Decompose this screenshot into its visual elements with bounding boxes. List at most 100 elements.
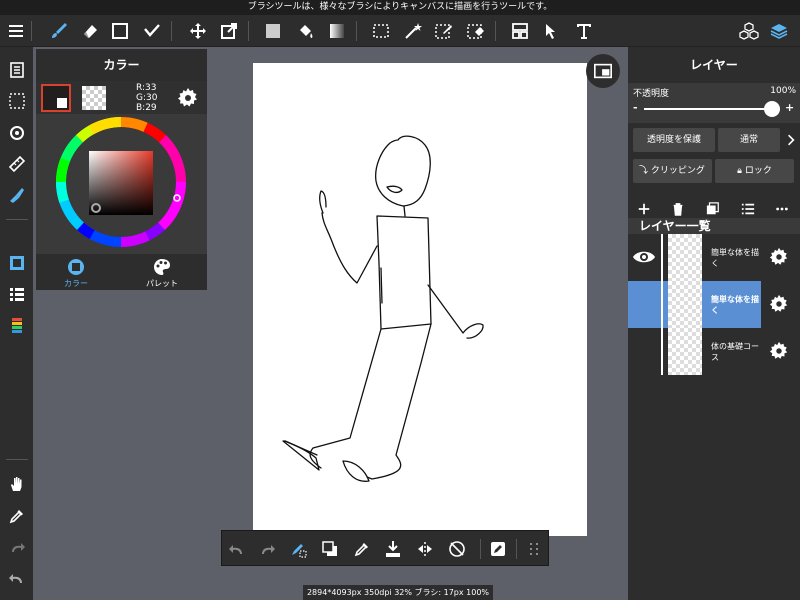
brush-settings-icon[interactable] (286, 537, 310, 561)
select-pen-icon[interactable] (431, 18, 457, 44)
magic-wand-icon[interactable] (400, 18, 426, 44)
opacity-slider-thumb[interactable] (764, 101, 780, 117)
status-bar: ブラシツールは、様々なブラシによりキャンバスに描画を行うツールです。 (0, 0, 800, 15)
layer-name: 簡単な体を描く (711, 248, 759, 268)
layer-item[interactable]: 体の基礎コース (628, 328, 800, 375)
bottom-toolbar (221, 530, 549, 566)
color-settings-gear-icon[interactable] (177, 87, 199, 109)
grid-icon[interactable] (522, 537, 546, 561)
rgb-b: B:29 (136, 103, 157, 113)
layer-item-selected[interactable]: 簡単な体を描く (628, 281, 800, 328)
select-eraser-icon[interactable] (463, 18, 489, 44)
layer-panel-title: レイヤー (690, 58, 738, 72)
tab-color[interactable]: カラー (36, 256, 116, 290)
edit-icon[interactable] (486, 537, 510, 561)
flip-icon[interactable] (413, 537, 437, 561)
eyedropper-icon[interactable] (4, 503, 30, 529)
stick-figure-drawing (282, 135, 484, 482)
layer-settings-gear-icon[interactable] (769, 247, 789, 267)
text-icon[interactable] (571, 18, 597, 44)
opacity-minus-button[interactable]: - (633, 101, 638, 114)
transform-icon[interactable] (216, 18, 242, 44)
add-layer-icon[interactable] (634, 199, 654, 219)
layer-thumbnail (668, 281, 702, 328)
material-icon[interactable] (736, 18, 762, 44)
clipping-button[interactable]: ⤵ クリッピング (633, 159, 712, 183)
rotate-icon[interactable] (4, 120, 30, 146)
blend-mode-button[interactable]: 通常 (718, 128, 780, 152)
lock-button[interactable]: 🔒︎ ロック (715, 159, 794, 183)
sub-color-swatch[interactable] (82, 86, 106, 110)
opacity-slider-track[interactable] (644, 108, 780, 110)
layers-icon[interactable] (766, 18, 792, 44)
eyedropper-icon[interactable] (350, 537, 374, 561)
ruler-icon[interactable] (4, 151, 30, 177)
snap-icon[interactable] (445, 537, 469, 561)
menu-icon[interactable] (3, 18, 29, 44)
hand-icon[interactable] (4, 471, 30, 497)
brush-flag-icon[interactable] (4, 182, 30, 208)
picture-in-picture-button[interactable] (586, 54, 620, 88)
save-icon[interactable] (381, 537, 405, 561)
tab-color-label: カラー (64, 279, 88, 288)
layer-settings-gear-icon[interactable] (769, 294, 789, 314)
opacity-row: 不透明度 100% - + (628, 83, 800, 123)
color-swap-icon[interactable] (318, 537, 342, 561)
opacity-label: 不透明度 (633, 89, 670, 99)
select-icon[interactable] (368, 18, 394, 44)
fill-icon[interactable] (260, 18, 286, 44)
tab-palette[interactable]: パレット (122, 256, 202, 290)
lock-icon: 🔒︎ (737, 166, 742, 176)
palette-bar-icon[interactable] (4, 313, 30, 339)
brush-list-icon[interactable] (4, 281, 30, 307)
opacity-plus-button[interactable]: + (785, 101, 794, 114)
color-panel-tabs: カラー パレット (36, 254, 207, 290)
layer-name: 体の基礎コース (711, 342, 759, 362)
layer-list-title: レイヤー一覧 (628, 218, 800, 234)
duplicate-layer-icon[interactable] (703, 199, 723, 219)
color-panel-icon[interactable] (4, 250, 30, 276)
operation-icon[interactable] (539, 18, 565, 44)
redo-icon[interactable] (255, 537, 279, 561)
clipping-label: クリッピング (650, 166, 705, 176)
eye-icon[interactable] (632, 248, 656, 266)
color-wheel[interactable] (36, 114, 207, 254)
redo-icon[interactable] (4, 534, 30, 560)
fill-shape-icon[interactable] (139, 18, 165, 44)
trash-icon[interactable] (668, 199, 688, 219)
layer-thumbnail (668, 234, 702, 281)
rgb-g: G:30 (136, 93, 158, 103)
brush-icon[interactable] (46, 18, 72, 44)
eraser-icon[interactable] (77, 18, 103, 44)
move-icon[interactable] (185, 18, 211, 44)
protect-alpha-button[interactable]: 透明度を保護 (633, 128, 715, 152)
tab-palette-label: パレット (146, 279, 178, 288)
layer-list-icon[interactable] (738, 199, 758, 219)
rgb-r: R:33 (136, 83, 157, 93)
main-color-swatch[interactable] (41, 84, 71, 112)
lock-label: ロック (744, 166, 772, 176)
shape-icon[interactable] (107, 18, 133, 44)
frame-divider-icon[interactable] (507, 18, 533, 44)
left-tool-strip (0, 47, 33, 600)
rgb-readout: R:33 G:30 B:29 (136, 83, 157, 113)
clipping-arrow-icon: ⤵ (639, 166, 649, 176)
chevron-right-icon[interactable] (783, 128, 799, 152)
color-swatches: R:33 G:30 B:29 (36, 81, 207, 114)
bucket-icon[interactable] (292, 18, 318, 44)
opacity-value: 100% (770, 86, 796, 96)
color-panel-title: カラー (36, 49, 207, 81)
pages-icon[interactable] (4, 57, 30, 83)
canvas-info-bar: 2894*4093px 350dpi 32% ブラシ: 17px 100% (303, 585, 493, 600)
undo-icon[interactable] (4, 565, 30, 591)
undo-icon[interactable] (225, 537, 249, 561)
top-toolbar (0, 15, 800, 47)
color-panel: カラー R:33 G:30 B:29 カラー パレット (36, 49, 207, 290)
layer-name: 簡単な体を描く (711, 295, 759, 315)
gradient-icon[interactable] (324, 18, 350, 44)
app-window: ブラシツールは、様々なブラシによりキャンバスに描画を行うツールです。 カラー R… (0, 0, 800, 600)
select-layer-icon[interactable] (4, 88, 30, 114)
layer-item[interactable]: 簡単な体を描く (628, 234, 800, 281)
more-icon[interactable] (772, 199, 792, 219)
layer-settings-gear-icon[interactable] (769, 341, 789, 361)
